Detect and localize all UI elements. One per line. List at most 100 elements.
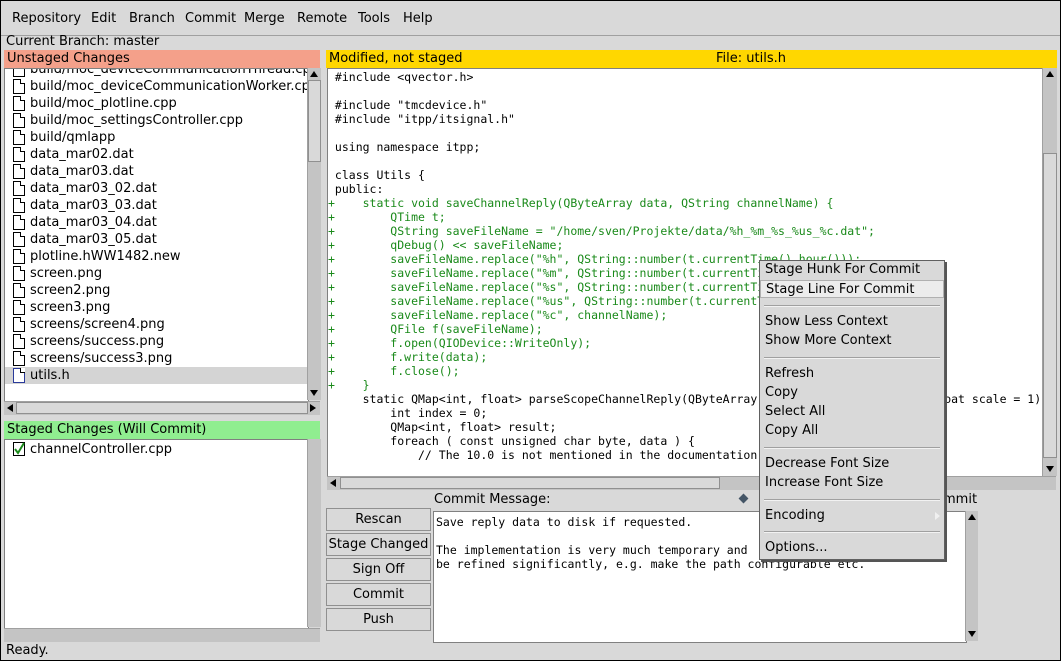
- menu-remote[interactable]: Remote: [297, 11, 347, 26]
- unstaged-file-row[interactable]: screens/success3.png: [5, 350, 308, 367]
- menu-item-refresh[interactable]: Refresh: [760, 365, 944, 383]
- menu-item-select-all[interactable]: Select All: [760, 403, 944, 421]
- staged-horizontal-scrollbar[interactable]: [4, 628, 320, 642]
- menu-item-increase-font[interactable]: Increase Font Size: [760, 474, 944, 492]
- file-name: build/moc_deviceCommunicationWorker.cpp: [30, 79, 309, 94]
- diff-context-line: class Utils {: [328, 168, 425, 182]
- staged-file-list[interactable]: channelController.cpp: [4, 439, 309, 629]
- unstaged-file-row[interactable]: data_mar03.dat: [5, 163, 308, 180]
- staged-vertical-scrollbar[interactable]: [307, 439, 321, 627]
- unstaged-file-row[interactable]: screen2.png: [5, 282, 308, 299]
- unstaged-vertical-scrollbar[interactable]: [307, 68, 321, 400]
- commit-message-scrollbar[interactable]: [965, 511, 978, 641]
- unstaged-file-row[interactable]: build/moc_deviceCommunicationThread.cpp: [5, 69, 308, 78]
- unstaged-file-row[interactable]: build/moc_plotline.cpp: [5, 95, 308, 112]
- diff-status: Modified, not staged: [329, 51, 463, 66]
- menu-item-decrease-font[interactable]: Decrease Font Size: [760, 455, 944, 473]
- unstaged-file-row[interactable]: data_mar03_02.dat: [5, 180, 308, 197]
- file-name: data_mar03_04.dat: [30, 215, 157, 230]
- menu-item-copy-all[interactable]: Copy All: [760, 422, 944, 440]
- menu-edit[interactable]: Edit: [91, 11, 116, 26]
- file-name: plotline.hWW1482.new: [30, 249, 181, 264]
- unstaged-file-row[interactable]: screen3.png: [5, 299, 308, 316]
- diff-context-line: #include "tmcdevice.h": [328, 98, 488, 112]
- unstaged-horizontal-scrollbar[interactable]: [4, 401, 320, 415]
- scroll-thumb[interactable]: [340, 477, 720, 489]
- unstaged-file-row[interactable]: utils.h: [5, 367, 308, 384]
- scroll-left-arrow-icon[interactable]: [330, 479, 336, 487]
- scroll-down-arrow-icon[interactable]: [1046, 466, 1054, 472]
- context-menu: Stage Hunk For Commit Stage Line For Com…: [759, 260, 945, 560]
- scroll-thumb[interactable]: [308, 80, 321, 162]
- menu-item-copy[interactable]: Copy: [760, 384, 944, 402]
- scroll-up-arrow-icon[interactable]: [310, 71, 318, 77]
- file-icon: [13, 113, 25, 128]
- staged-file-name: channelController.cpp: [30, 442, 172, 457]
- unstaged-file-row[interactable]: data_mar03_05.dat: [5, 231, 308, 248]
- file-name: screen3.png: [30, 300, 111, 315]
- menu-separator: [764, 447, 940, 449]
- diff-added-line: + static void saveChannelReply(QByteArra…: [328, 196, 834, 210]
- scroll-up-arrow-icon[interactable]: [1046, 71, 1054, 77]
- diff-context-line: // The 10.0 is not mentioned in the docu…: [328, 448, 758, 462]
- menu-item-stage-hunk[interactable]: Stage Hunk For Commit: [760, 261, 944, 279]
- unstaged-file-row[interactable]: build/moc_settingsController.cpp: [5, 112, 308, 129]
- sign-off-button[interactable]: Sign Off: [326, 558, 431, 581]
- commit-button[interactable]: Commit: [326, 583, 431, 606]
- scroll-thumb[interactable]: [1043, 153, 1057, 458]
- rescan-button[interactable]: Rescan: [326, 508, 431, 531]
- file-name: data_mar03_02.dat: [30, 181, 157, 196]
- menu-help[interactable]: Help: [403, 11, 433, 26]
- scroll-right-arrow-icon[interactable]: [310, 404, 316, 412]
- unstaged-file-row[interactable]: data_mar03_04.dat: [5, 214, 308, 231]
- menu-branch[interactable]: Branch: [129, 11, 175, 26]
- unstaged-file-row[interactable]: screens/screen4.png: [5, 316, 308, 333]
- scroll-thumb[interactable]: [16, 402, 308, 414]
- menu-item-options[interactable]: Options...: [760, 539, 944, 557]
- push-button[interactable]: Push: [326, 608, 431, 631]
- menu-commit[interactable]: Commit: [185, 11, 236, 26]
- menu-item-stage-line[interactable]: Stage Line For Commit: [760, 280, 944, 298]
- diff-file-label: File: utils.h: [716, 51, 786, 66]
- menu-item-show-more-context[interactable]: Show More Context: [760, 332, 944, 350]
- menu-tools[interactable]: Tools: [358, 11, 390, 26]
- staged-file-row[interactable]: channelController.cpp: [5, 441, 308, 458]
- amend-radio-icon[interactable]: [738, 493, 749, 504]
- menu-merge[interactable]: Merge: [244, 11, 285, 26]
- diff-context-line: using namespace itpp;: [328, 140, 481, 154]
- file-icon: [13, 368, 25, 383]
- diff-context-line: public:: [328, 182, 384, 196]
- unstaged-file-row[interactable]: build/moc_deviceCommunicationWorker.cpp: [5, 78, 308, 95]
- diff-added-line: + f.close();: [328, 364, 460, 378]
- unstaged-file-row[interactable]: data_mar02.dat: [5, 146, 308, 163]
- menu-separator: [764, 531, 940, 533]
- unstaged-file-row[interactable]: screens/success.png: [5, 333, 308, 350]
- unstaged-file-row[interactable]: plotline.hWW1482.new: [5, 248, 308, 265]
- file-name: build/qmlapp: [30, 130, 116, 145]
- scroll-down-arrow-icon[interactable]: [968, 631, 976, 637]
- submenu-arrow-icon: [935, 512, 940, 520]
- file-icon: [13, 283, 25, 298]
- diff-horizontal-scrollbar[interactable]: [327, 476, 1056, 490]
- diff-context-line: QMap<int, float> result;: [328, 420, 557, 434]
- menu-separator: [764, 357, 940, 359]
- diff-vertical-scrollbar[interactable]: [1042, 68, 1057, 476]
- file-icon: [13, 249, 25, 264]
- scroll-down-arrow-icon[interactable]: [310, 390, 318, 396]
- git-gui-window: Repository Edit Branch Commit Merge Remo…: [0, 0, 1061, 661]
- file-icon: [13, 300, 25, 315]
- commit-message-line: The implementation is very much temporar…: [436, 543, 748, 557]
- unstaged-file-list[interactable]: build/moc_deviceCommunicationThread.cpp b…: [4, 68, 309, 402]
- menu-repository[interactable]: Repository: [12, 11, 81, 26]
- unstaged-file-row[interactable]: data_mar03_03.dat: [5, 197, 308, 214]
- new-commit-label[interactable]: mmit: [943, 492, 977, 507]
- unstaged-file-row[interactable]: build/qmlapp: [5, 129, 308, 146]
- scroll-left-arrow-icon[interactable]: [7, 404, 13, 412]
- menu-item-show-less-context[interactable]: Show Less Context: [760, 313, 944, 331]
- file-icon: [13, 79, 25, 94]
- unstaged-file-row[interactable]: screen.png: [5, 265, 308, 282]
- scroll-up-arrow-icon[interactable]: [968, 514, 976, 520]
- menu-item-encoding[interactable]: Encoding: [760, 507, 944, 525]
- file-name: data_mar03.dat: [30, 164, 134, 179]
- stage-changed-button[interactable]: Stage Changed: [326, 533, 431, 556]
